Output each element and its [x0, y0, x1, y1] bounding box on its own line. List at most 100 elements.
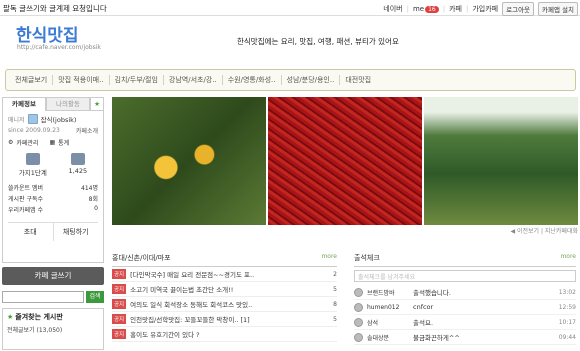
attendance-time: 12:59: [558, 303, 576, 311]
naver-link[interactable]: 네이버: [383, 4, 402, 14]
top-notice: 팔독 글쓰기와 글계제 요청입니다: [3, 4, 107, 13]
attendance-message: 출석했습니다.: [413, 289, 451, 297]
attendance-title[interactable]: 출석체크: [354, 253, 380, 263]
attendance-user[interactable]: 솔대상분: [367, 333, 409, 342]
members-box[interactable]: 1,425: [68, 153, 88, 177]
list-item: humen012 cnfcor 12:59: [354, 300, 576, 315]
favorite-boards: ★ 즐겨찾는 게시판 전체글보기 (13,050): [2, 308, 104, 350]
cafe-header: 한식맛집 http://cafe.naver.com/jobsik 한식맛집에는…: [0, 16, 580, 68]
photo-squash-flower[interactable]: [112, 97, 266, 225]
avatar: [354, 302, 363, 312]
table-row[interactable]: 공지 홍이도 유호기간이 있다 ?: [112, 327, 337, 342]
me-badge: 16: [425, 6, 439, 13]
post-title[interactable]: 소고기 미역국 끓이는법 초간단 소개!!: [130, 284, 323, 294]
stat-label: 쓸카운트 멤버: [8, 185, 44, 192]
board-title[interactable]: 홍대/신촌/이대/마포: [112, 253, 171, 263]
post-title[interactable]: 홍이도 유호기간이 있다 ?: [130, 329, 323, 339]
menu-item[interactable]: 성남/분당/용인..: [282, 75, 341, 85]
menu-item[interactable]: 맛집 적용이매..: [53, 75, 110, 85]
stat-value: 0: [94, 205, 98, 212]
level-value: 가지1단계: [18, 169, 47, 177]
invite-button[interactable]: 초대: [8, 223, 53, 241]
attendance-input[interactable]: 출석체크를 남겨주세요: [354, 270, 576, 282]
post-count: 8: [333, 300, 337, 308]
attendance-time: 13:02: [558, 288, 576, 296]
photo-strip: [112, 97, 578, 225]
table-row[interactable]: 공지 여의도 일식 회석장소 동해도 회석코스 맛있.. 8: [112, 297, 337, 312]
attendance-user[interactable]: humen012: [367, 304, 409, 311]
avatar: [27, 114, 38, 124]
stat-value: 414명: [81, 185, 98, 192]
photo-red-peppers[interactable]: [268, 97, 422, 225]
stats-link[interactable]: 통계: [58, 138, 69, 147]
menu-item[interactable]: 강남역/서초/강..: [164, 75, 223, 85]
chat-button[interactable]: 채팅하기: [52, 223, 99, 241]
attendance-message: 출석요.: [413, 319, 434, 327]
table-row[interactable]: 공지 소고기 미역국 끓이는법 초간단 소개!! 5: [112, 282, 337, 297]
star-icon[interactable]: ★: [90, 97, 104, 111]
attendance-time: 09:44: [558, 333, 576, 341]
photo-controls[interactable]: ◀ 이전보기 | 지난카페대화: [112, 226, 578, 236]
gear-icon: ⚙: [8, 139, 14, 146]
post-count: 5: [333, 315, 337, 323]
post-title[interactable]: 인천맛집/선학맛집: 꼬들꼬들한 막창이.. [1]: [130, 314, 323, 324]
photo-garden[interactable]: [424, 97, 578, 225]
top-bar: 팔독 글쓰기와 글계제 요청입니다 네이버 | me 16 | 카페 | 가입카페…: [0, 0, 580, 16]
level-icon: [25, 153, 40, 165]
stat-label: 우리카페앱 수: [8, 207, 44, 214]
chart-icon: ▦: [49, 139, 56, 146]
notice-tag: 공지: [112, 269, 127, 279]
star-icon: ★: [7, 313, 14, 321]
members-value: 1,425: [68, 167, 88, 175]
post-count: 5: [333, 285, 337, 293]
notice-tag: 공지: [112, 299, 127, 309]
cafe-logo[interactable]: 한식맛집: [16, 21, 79, 46]
cafe-intro-link[interactable]: 카페소개: [76, 126, 98, 135]
since-date: since 2009.09.23: [8, 127, 60, 134]
joined-cafe-menu[interactable]: 가입카페: [472, 4, 498, 14]
board-section: 홍대/신촌/이대/마포 more 공지 [다인막국수] 매일 요리 전문점~~경기…: [112, 253, 337, 342]
cafe-menu[interactable]: 카페: [449, 4, 462, 14]
tab-cafe-info[interactable]: 카페정보: [2, 97, 46, 111]
favorite-item[interactable]: 전체글보기 (13,050): [7, 325, 99, 334]
tab-my-activity[interactable]: 나의활동: [46, 97, 90, 111]
me-link[interactable]: me 16: [413, 5, 439, 13]
logout-button[interactable]: 로그아웃: [502, 2, 535, 16]
post-title[interactable]: [다인막국수] 매일 요리 전문점~~경기도 포..: [130, 269, 323, 279]
attendance-user[interactable]: 브랜드밤바: [367, 288, 409, 297]
install-app-button[interactable]: 카페앱 설치: [538, 2, 578, 16]
menu-item[interactable]: 수원/영통/화성..: [223, 75, 282, 85]
post-title[interactable]: 여의도 일식 회석장소 동해도 회석코스 맛있..: [130, 299, 323, 309]
attendance-message: cnfcor: [413, 303, 434, 311]
notice-tag: 공지: [112, 329, 127, 339]
menu-item[interactable]: 김치/두부/절임: [110, 75, 164, 85]
level-box[interactable]: 가지1단계: [19, 153, 47, 177]
list-item: 삼석 출석요. 10:17: [354, 315, 576, 330]
manager-name[interactable]: 잡식(jobsik): [41, 114, 77, 124]
cafe-info-panel: 매니저 잡식(jobsik) since 2009.09.23 카페소개 ⚙ 카…: [2, 111, 104, 263]
search-button[interactable]: 검색: [86, 291, 104, 303]
attendance-more-link[interactable]: more: [560, 253, 576, 263]
list-item: 솔대상분 불금화끈하게^^ 09:44: [354, 330, 576, 345]
board-more-link[interactable]: more: [321, 253, 337, 263]
attendance-section: 출석체크 more 출석체크를 남겨주세요 브랜드밤바 출석했습니다. 13:02 …: [354, 253, 576, 345]
menu-item[interactable]: 대전맛집: [340, 75, 376, 85]
table-row[interactable]: 공지 [다인막국수] 매일 요리 전문점~~경기도 포.. 2: [112, 267, 337, 282]
sidebar: 카페정보 나의활동 ★ 매니저 잡식(jobsik) since 2009.09…: [2, 97, 104, 351]
cafe-manage-link[interactable]: 카페관리: [16, 138, 38, 147]
table-row[interactable]: 공지 인천맛집/선학맛집: 꼬들꼬들한 막창이.. [1] 5: [112, 312, 337, 327]
attendance-message: 불금화끈하게^^: [413, 334, 460, 342]
attendance-time: 10:17: [558, 318, 576, 326]
favorite-title: 즐겨찾는 게시판: [15, 313, 63, 321]
notice-tag: 공지: [112, 314, 127, 324]
menu-item[interactable]: 전체글보기: [10, 75, 54, 85]
manager-label: 매니저: [8, 116, 25, 124]
attendance-user[interactable]: 삼석: [367, 318, 409, 327]
avatar: [354, 317, 363, 327]
stat-value: 8회: [88, 196, 98, 203]
search-input[interactable]: [2, 291, 84, 303]
notice-tag: 공지: [112, 284, 127, 294]
post-count: 2: [333, 270, 337, 278]
cafe-description: 한식맛집에는 요리, 맛집, 여행, 패션, 뷰티가 있어요: [237, 37, 399, 46]
write-post-button[interactable]: 카페 글쓰기: [2, 267, 104, 285]
